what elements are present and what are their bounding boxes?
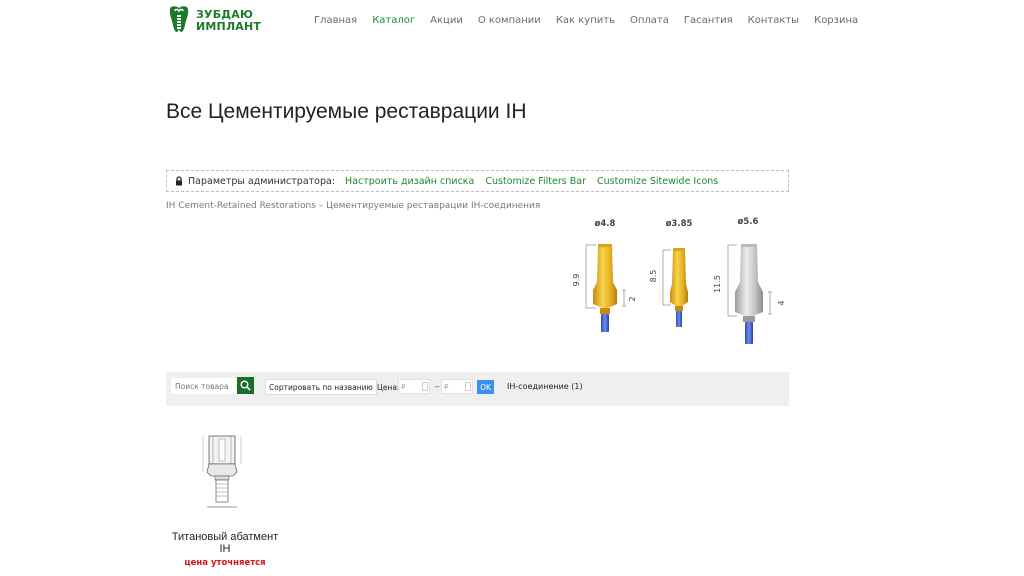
ih-connection-filter[interactable]: IH-соединение (1) (507, 382, 583, 391)
product-title[interactable]: Титановый абатмент IH (160, 531, 290, 555)
price-from-spinner[interactable] (422, 382, 428, 391)
main-nav: Главная Каталог Акции О компании Как куп… (314, 15, 873, 26)
price-to-placeholder: ₽ (444, 382, 449, 391)
page-title: Все Цементируемые реставрации IH (166, 100, 527, 123)
nav-payment[interactable]: Оплата (630, 15, 669, 26)
nav-contacts[interactable]: Контакты (748, 15, 799, 26)
product-search-input[interactable] (171, 378, 239, 394)
admin-label: Параметры администратора: (188, 175, 336, 187)
logo-text: ЗУБДАЮ ИМПЛАНТ (196, 9, 261, 33)
search-button[interactable] (237, 377, 254, 394)
product-title-line-1: Титановый абатмент (171, 531, 279, 543)
diameter-label: ø4.8 (595, 219, 616, 229)
gingival-label: 2 (628, 296, 637, 301)
nav-cart[interactable]: Корзина (814, 15, 858, 26)
price-range-dash: – (435, 382, 440, 391)
nav-warranty[interactable]: Гасантия (684, 15, 733, 26)
diameter-label: ø5.6 (738, 217, 759, 227)
abutment-5-6: ø5.6 11.5 4 (713, 217, 786, 344)
customize-filters-bar-link[interactable]: Customize Filters Bar (485, 176, 586, 187)
abutment-3-85: ø3.85 8.5 (649, 219, 692, 327)
nav-promotions[interactable]: Акции (430, 15, 463, 26)
nav-about[interactable]: О компании (478, 15, 541, 26)
product-price: цена уточняется (184, 558, 266, 568)
site-header: ЗУБДАЮ ИМПЛАНТ Главная Каталог Акции О к… (0, 0, 1024, 44)
abutment-4-8: ø4.8 9.9 2 (572, 219, 637, 332)
height-label: 9.9 (572, 274, 581, 287)
apply-price-button[interactable]: OK (477, 380, 494, 394)
price-to-spinner[interactable] (465, 382, 471, 391)
gingival-label: 4 (777, 300, 786, 305)
product-title-line-2: IH (219, 543, 231, 555)
price-from-input[interactable]: ₽ (398, 379, 430, 394)
nav-how-to-buy[interactable]: Как купить (556, 15, 615, 26)
sort-by-name-button[interactable]: Сортировать по названию (265, 379, 377, 395)
customize-sitewide-icons-link[interactable]: Customize Sitewide Icons (597, 176, 718, 187)
diameter-label: ø3.85 (666, 219, 693, 229)
category-description: IH Cement-Retained Restorations – Цемент… (166, 201, 541, 211)
admin-toolbar: Параметры администратора: Настроить диза… (166, 170, 789, 192)
price-to-input[interactable]: ₽ (441, 379, 473, 394)
site-logo[interactable]: ЗУБДАЮ ИМПЛАНТ (166, 4, 261, 38)
lock-icon (174, 176, 184, 186)
nav-catalog[interactable]: Каталог (372, 15, 415, 26)
tooth-logo-icon (166, 5, 192, 37)
abutment-diagram: ø4.8 9.9 2 ø3.85 8.5 ø5.6 11.5 4 (560, 212, 795, 352)
price-from-placeholder: ₽ (401, 382, 406, 391)
height-label: 8.5 (649, 270, 658, 283)
price-label: Цена: (377, 383, 400, 392)
logo-line-2: ИМПЛАНТ (196, 20, 262, 33)
search-icon (240, 380, 251, 391)
customize-list-design-link[interactable]: Настроить дизайн списка (345, 176, 474, 187)
height-label: 11.5 (713, 275, 722, 293)
nav-home[interactable]: Главная (314, 15, 357, 26)
filters-bar: Сортировать по названию Цена: ₽ – ₽ OK I… (166, 372, 789, 406)
product-image[interactable] (195, 432, 250, 512)
